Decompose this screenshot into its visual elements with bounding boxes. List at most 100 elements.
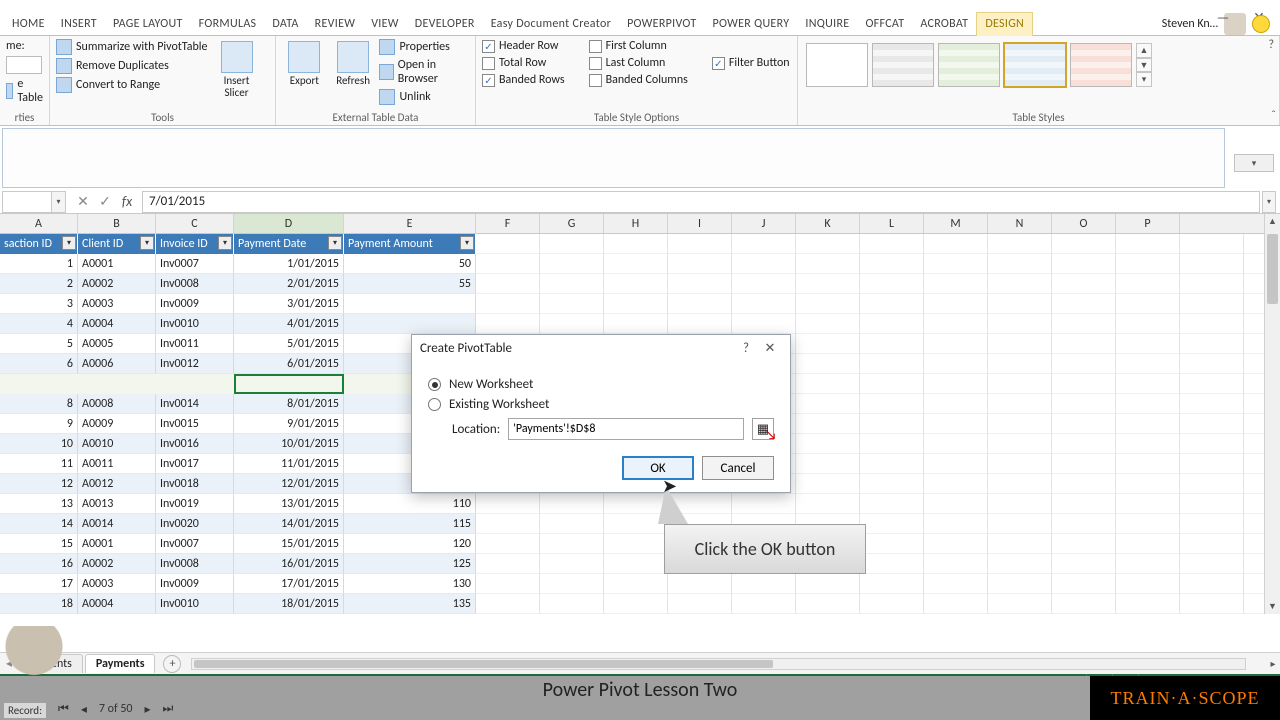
table-styles-more[interactable]: ▲▼▾ bbox=[1136, 43, 1152, 87]
cell[interactable]: 13 bbox=[0, 494, 78, 514]
cell[interactable]: Inv0007 bbox=[156, 534, 234, 554]
cell[interactable]: Inv0007 bbox=[156, 254, 234, 274]
col-header[interactable]: B bbox=[78, 214, 156, 233]
cell[interactable]: A0007 bbox=[78, 374, 156, 394]
cell[interactable]: Inv0014 bbox=[156, 394, 234, 414]
cell[interactable]: A0004 bbox=[78, 314, 156, 334]
cell[interactable]: 17/01/2015 bbox=[234, 574, 344, 594]
header-row-checkbox[interactable]: ✓Header Row bbox=[482, 39, 565, 53]
filter-dropdown-icon[interactable]: ▾ bbox=[328, 236, 342, 250]
col-header[interactable]: H bbox=[604, 214, 668, 233]
new-worksheet-radio[interactable]: New Worksheet bbox=[428, 377, 774, 392]
table-header[interactable]: Invoice ID▾ bbox=[156, 234, 234, 254]
table-header[interactable]: Payment Date▾ bbox=[234, 234, 344, 254]
first-column-checkbox[interactable]: First Column bbox=[589, 39, 688, 53]
cell[interactable]: A0002 bbox=[78, 274, 156, 294]
tab-data[interactable]: DATA bbox=[264, 12, 306, 36]
cell[interactable]: A0011 bbox=[78, 454, 156, 474]
table-styles-gallery[interactable]: ▲▼▾ bbox=[804, 39, 1273, 91]
cell[interactable]: A0003 bbox=[78, 294, 156, 314]
cell[interactable]: 4/01/2015 bbox=[234, 314, 344, 334]
cell[interactable] bbox=[344, 314, 476, 334]
ext-properties-button[interactable]: Properties bbox=[379, 39, 469, 55]
cell[interactable]: A0014 bbox=[78, 514, 156, 534]
cell[interactable]: 135 bbox=[344, 594, 476, 614]
col-header[interactable]: P bbox=[1116, 214, 1180, 233]
col-header[interactable]: G bbox=[540, 214, 604, 233]
cell[interactable]: A0008 bbox=[78, 394, 156, 414]
cell[interactable]: 14 bbox=[0, 514, 78, 534]
filter-dropdown-icon[interactable]: ▾ bbox=[62, 236, 76, 250]
table-style-swatch[interactable] bbox=[938, 43, 1000, 87]
cell[interactable]: Inv0009 bbox=[156, 574, 234, 594]
cell[interactable]: 6 bbox=[0, 354, 78, 374]
cell[interactable]: 13/01/2015 bbox=[234, 494, 344, 514]
tab-view[interactable]: VIEW bbox=[363, 12, 407, 36]
tab-powerpivot[interactable]: POWERPIVOT bbox=[619, 12, 704, 36]
hscroll-right[interactable]: ▸ bbox=[1266, 657, 1280, 670]
help-icon[interactable]: ? bbox=[1268, 38, 1274, 52]
cell[interactable]: Inv0016 bbox=[156, 434, 234, 454]
cell[interactable]: 2/01/2015 bbox=[234, 274, 344, 294]
cell[interactable]: Inv0019 bbox=[156, 494, 234, 514]
cell[interactable]: 15/01/2015 bbox=[234, 534, 344, 554]
col-header[interactable]: J bbox=[732, 214, 796, 233]
col-header[interactable]: E bbox=[344, 214, 476, 233]
formula-bar-expand[interactable]: ▾ bbox=[1262, 191, 1276, 213]
formula-input[interactable]: 7/01/2015 bbox=[142, 191, 1260, 213]
cell[interactable] bbox=[344, 294, 476, 314]
cell[interactable]: Inv0010 bbox=[156, 314, 234, 334]
rec-prev-icon[interactable]: ◂ bbox=[81, 702, 87, 717]
cancel-button[interactable]: Cancel bbox=[702, 456, 774, 480]
cell[interactable]: 12 bbox=[0, 474, 78, 494]
cell[interactable]: 8/01/2015 bbox=[234, 394, 344, 414]
cell[interactable]: 16 bbox=[0, 554, 78, 574]
cell[interactable]: Inv0008 bbox=[156, 274, 234, 294]
window-minimize[interactable]: — bbox=[1206, 6, 1240, 28]
rec-last-icon[interactable]: ⏭ bbox=[163, 702, 174, 717]
cell[interactable]: A0005 bbox=[78, 334, 156, 354]
cell[interactable]: 2 bbox=[0, 274, 78, 294]
cell[interactable]: 10/01/2015 bbox=[234, 434, 344, 454]
col-header[interactable]: L bbox=[860, 214, 924, 233]
refresh-button[interactable]: Refresh bbox=[331, 39, 376, 89]
cell[interactable]: Inv0018 bbox=[156, 474, 234, 494]
horizontal-scrollbar[interactable] bbox=[191, 658, 1246, 670]
col-header[interactable]: I bbox=[668, 214, 732, 233]
cell[interactable]: Inv0008 bbox=[156, 554, 234, 574]
cell[interactable]: A0001 bbox=[78, 254, 156, 274]
cell[interactable]: A0010 bbox=[78, 434, 156, 454]
cell[interactable]: 14/01/2015 bbox=[234, 514, 344, 534]
banded-rows-checkbox[interactable]: ✓Banded Rows bbox=[482, 73, 565, 87]
tab-easydoc[interactable]: Easy Document Creator bbox=[483, 12, 619, 36]
table-style-swatch[interactable] bbox=[872, 43, 934, 87]
cell[interactable]: 10 bbox=[0, 434, 78, 454]
dialog-help-button[interactable]: ? bbox=[734, 341, 758, 356]
table-header[interactable]: Payment Amount▾ bbox=[344, 234, 476, 254]
filter-dropdown-icon[interactable]: ▾ bbox=[460, 236, 474, 250]
filter-dropdown-icon[interactable]: ▾ bbox=[218, 236, 232, 250]
tab-insert[interactable]: INSERT bbox=[53, 12, 105, 36]
cell[interactable]: A0003 bbox=[78, 574, 156, 594]
tab-formulas[interactable]: FORMULAS bbox=[191, 12, 265, 36]
filter-button-checkbox[interactable]: ✓Filter Button bbox=[712, 56, 790, 70]
cell[interactable]: 4 bbox=[0, 314, 78, 334]
cell[interactable]: A0009 bbox=[78, 414, 156, 434]
cell[interactable]: 6/01/2015 bbox=[234, 354, 344, 374]
tab-home[interactable]: HOME bbox=[4, 12, 53, 36]
table-style-swatch-selected[interactable] bbox=[1004, 43, 1066, 87]
cell[interactable]: Inv0012 bbox=[156, 354, 234, 374]
cell[interactable]: A0006 bbox=[78, 354, 156, 374]
tab-review[interactable]: REVIEW bbox=[307, 12, 364, 36]
cell[interactable]: Inv0020 bbox=[156, 514, 234, 534]
tab-inquire[interactable]: INQUIRE bbox=[797, 12, 857, 36]
remove-duplicates-button[interactable]: Remove Duplicates bbox=[56, 58, 208, 74]
name-box-dropdown[interactable]: ▾ bbox=[52, 191, 66, 213]
cell[interactable]: Inv0013 bbox=[156, 374, 234, 394]
cell[interactable]: 55 bbox=[344, 274, 476, 294]
ok-button[interactable]: OK bbox=[622, 456, 694, 480]
cell[interactable]: 11 bbox=[0, 454, 78, 474]
table-header[interactable]: Client ID▾ bbox=[78, 234, 156, 254]
cell[interactable]: 120 bbox=[344, 534, 476, 554]
cell[interactable]: 5 bbox=[0, 334, 78, 354]
